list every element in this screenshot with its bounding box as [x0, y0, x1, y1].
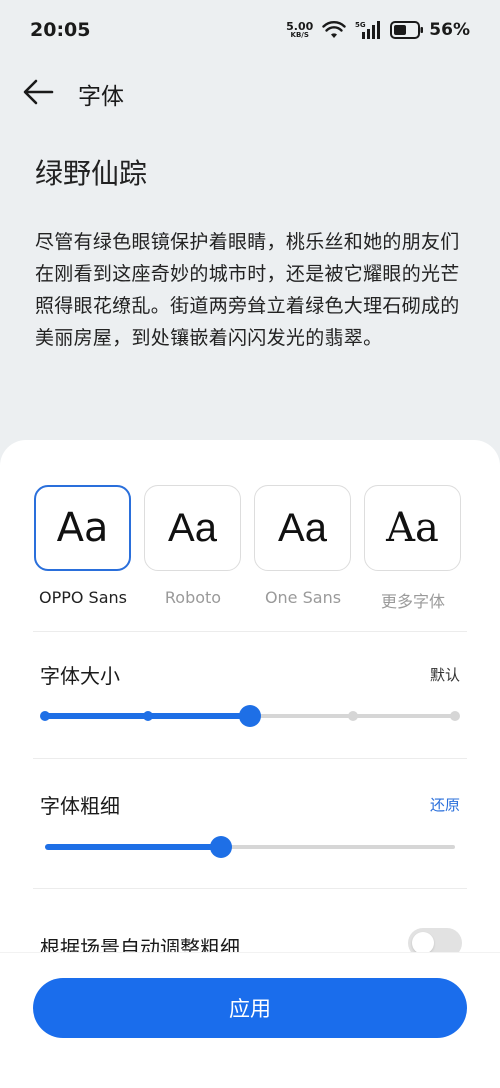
back-arrow-icon	[23, 79, 54, 105]
back-button[interactable]	[22, 78, 56, 106]
battery-percent: 56%	[429, 20, 470, 40]
font-size-title: 字体大小	[40, 664, 120, 688]
font-label-more-fonts: 更多字体	[380, 592, 445, 611]
font-label-oppo-sans: OPPO Sans	[38, 588, 127, 607]
font-option-one-sans[interactable]: Aa	[254, 485, 351, 571]
status-bar: 20:05 5.00 KB/S 5G 56%	[0, 0, 500, 60]
font-label-roboto: Roboto	[164, 588, 222, 607]
slider-track-fill	[45, 844, 222, 850]
battery-icon	[390, 21, 424, 39]
slider-step-tick	[347, 711, 358, 721]
page-title: 字体	[78, 84, 124, 110]
network-type-label: 5G	[355, 21, 366, 29]
battery-indicator: 56%	[390, 20, 470, 40]
cellular-signal-icon: 5G	[355, 21, 381, 39]
font-size-slider[interactable]	[40, 701, 460, 731]
divider	[33, 758, 467, 759]
font-option-oppo-sans[interactable]: Aa	[34, 485, 131, 571]
divider	[33, 888, 467, 889]
status-time: 20:05	[30, 19, 91, 41]
divider	[33, 631, 467, 632]
font-weight-reset-link[interactable]: 还原	[430, 794, 460, 815]
font-option-roboto[interactable]: Aa	[144, 485, 241, 571]
slider-thumb[interactable]	[210, 836, 233, 858]
toggle-knob	[412, 932, 434, 954]
font-label-one-sans: One Sans	[264, 588, 342, 607]
preview-title: 绿野仙踪	[35, 157, 148, 190]
status-icons: 5.00 KB/S 5G 56%	[286, 20, 470, 40]
font-sample: Aa	[56, 505, 109, 551]
net-speed-unit: KB/S	[290, 31, 309, 39]
font-sample: Aa	[278, 505, 327, 550]
font-sample: Aa	[168, 505, 217, 550]
slider-step-tick	[40, 711, 50, 721]
font-sample: Aa	[386, 505, 439, 551]
slider-step-tick	[450, 711, 460, 721]
font-weight-slider[interactable]	[45, 832, 455, 862]
apply-button[interactable]: 应用	[33, 978, 467, 1038]
font-option-more-fonts[interactable]: Aa	[364, 485, 461, 571]
font-weight-title: 字体粗细	[40, 794, 120, 818]
slider-thumb[interactable]	[239, 705, 261, 727]
settings-sheet: Aa Aa Aa Aa OPPO Sans Roboto One Sans 更多…	[0, 440, 500, 1088]
header: 字体	[0, 70, 500, 114]
net-speed-indicator: 5.00 KB/S	[286, 21, 313, 39]
font-size-default-label: 默认	[429, 666, 460, 684]
preview-text: 尽管有绿色眼镜保护着眼睛，桃乐丝和她的朋友们在刚看到这座奇妙的城市时，还是被它耀…	[35, 231, 460, 349]
slider-step-tick	[142, 711, 153, 721]
wifi-icon	[322, 21, 346, 38]
